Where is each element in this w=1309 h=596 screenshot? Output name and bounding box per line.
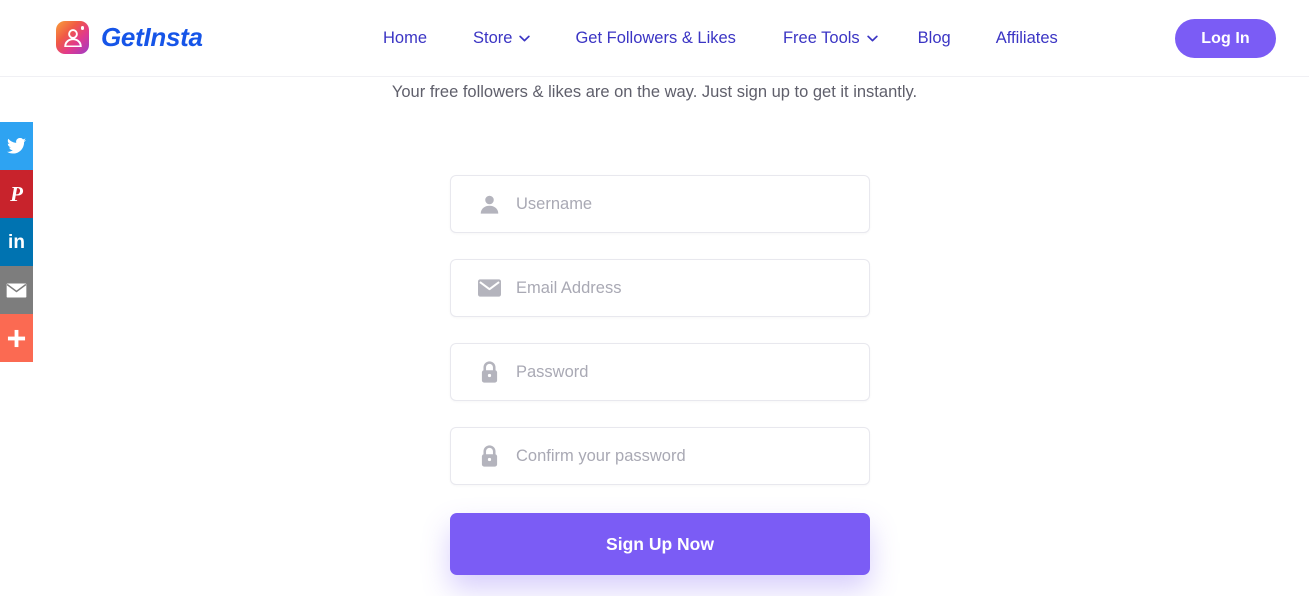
share-more-button[interactable] [0,314,33,362]
main-navigation: Home Store Get Followers & Likes Free To… [383,0,1058,77]
lock-icon [473,444,505,468]
pinterest-p-icon: P [10,181,23,206]
nav-item-home[interactable]: Home [383,29,427,48]
share-email-button[interactable] [0,266,33,314]
share-twitter-button[interactable] [0,122,33,170]
linkedin-in-icon: in [8,231,25,253]
signup-form: Sign Up Now [450,175,870,575]
nav-item-free-tools[interactable]: Free Tools [783,29,878,48]
email-input[interactable] [505,260,869,316]
social-share-rail: P in [0,122,33,362]
password-input[interactable] [505,344,869,400]
nav-item-blog[interactable]: Blog [918,29,951,48]
username-input[interactable] [505,176,869,232]
signup-subtitle: Your free followers & likes are on the w… [391,83,918,101]
confirm-password-input[interactable] [505,428,869,484]
confirm-password-field[interactable] [450,427,870,485]
nav-label-free-tools: Free Tools [782,29,860,47]
share-linkedin-button[interactable]: in [0,218,33,266]
login-button[interactable]: Log In [1175,19,1276,58]
envelope-icon [473,279,505,297]
share-pinterest-button[interactable]: P [0,170,33,218]
getinsta-logo-icon [56,21,89,54]
sign-up-button[interactable]: Sign Up Now [450,513,870,575]
user-icon [473,194,505,215]
envelope-icon [6,282,27,298]
brand-logo[interactable]: GetInsta [56,21,203,54]
twitter-bird-icon [7,138,26,154]
nav-label-affiliates: Affiliates [995,29,1058,47]
plus-icon [7,329,26,347]
chevron-down-icon [519,35,531,42]
nav-label-blog: Blog [917,29,951,47]
brand-name: GetInsta [101,22,203,52]
email-field[interactable] [450,259,870,317]
nav-label-home: Home [383,29,428,47]
nav-item-affiliates[interactable]: Affiliates [996,29,1058,48]
site-header: GetInsta Home Store Get Followers & Like… [0,0,1309,77]
password-field[interactable] [450,343,870,401]
username-field[interactable] [450,175,870,233]
nav-item-store[interactable]: Store [473,29,531,48]
chevron-down-icon [866,35,878,42]
nav-label-store: Store [473,29,513,47]
nav-item-get-followers-likes[interactable]: Get Followers & Likes [575,29,735,48]
lock-icon [473,360,505,384]
nav-label-get-followers-likes: Get Followers & Likes [575,29,736,47]
